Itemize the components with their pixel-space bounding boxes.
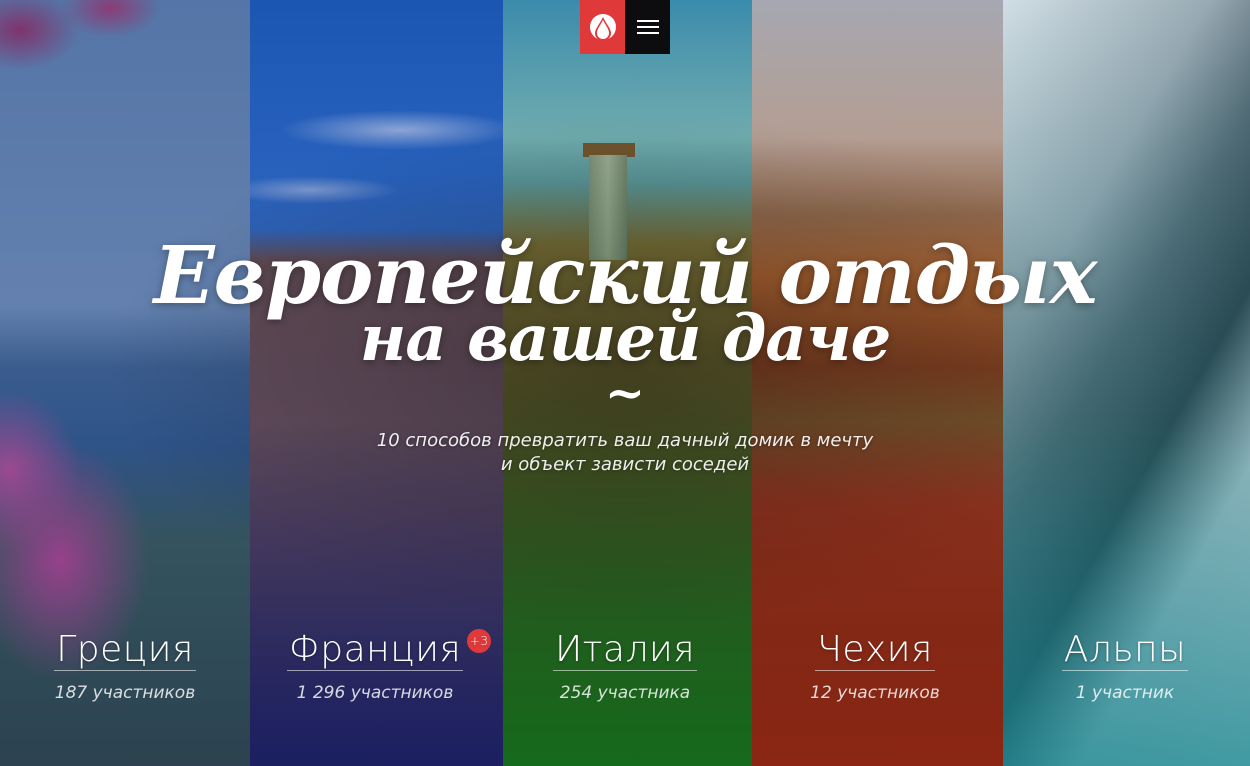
drop-icon: [589, 14, 616, 41]
country-name-text[interactable]: Греция: [54, 629, 196, 671]
hamburger-icon: [636, 20, 659, 34]
country-name-text[interactable]: Франция: [286, 629, 464, 671]
country-france[interactable]: Франция +3 1 296 участников: [250, 625, 500, 705]
country-name[interactable]: Греция: [54, 625, 196, 675]
country-alps[interactable]: Альпы 1 участник: [1000, 625, 1250, 705]
hero: Европейский отдых на вашей даче ~ 10 спо…: [0, 225, 1250, 477]
country-greece[interactable]: Греция 187 участников: [0, 625, 250, 705]
country-participants: 1 296 участников: [296, 683, 454, 703]
hero-subtitle-line-1: 10 способов превратить ваш дачный домик …: [376, 430, 874, 451]
logo-button[interactable]: [580, 0, 625, 54]
country-participants: 1 участник: [1075, 683, 1175, 703]
country-name[interactable]: Италия: [552, 625, 698, 675]
hero-subtitle: 10 способов превратить ваш дачный домик …: [0, 429, 1250, 477]
country-participants: 187 участников: [54, 683, 196, 703]
country-name-text[interactable]: Альпы: [1061, 629, 1189, 671]
new-count-badge[interactable]: +3: [467, 629, 492, 653]
country-name[interactable]: Франция +3: [286, 625, 492, 675]
hero-subtitle-line-2: и объект зависти соседей: [500, 454, 750, 475]
country-name[interactable]: Чехия: [815, 625, 935, 675]
hero-ornament: ~: [604, 365, 646, 421]
top-bar: [580, 0, 670, 54]
country-participants: 12 участников: [810, 683, 940, 703]
country-name-text[interactable]: Чехия: [815, 629, 935, 671]
country-italy[interactable]: Италия 254 участника: [500, 625, 750, 705]
menu-button[interactable]: [625, 0, 670, 54]
country-name-text[interactable]: Италия: [552, 629, 698, 671]
country-participants: 254 участника: [559, 683, 691, 703]
country-name[interactable]: Альпы: [1061, 625, 1189, 675]
country-czech[interactable]: Чехия 12 участников: [750, 625, 1000, 705]
